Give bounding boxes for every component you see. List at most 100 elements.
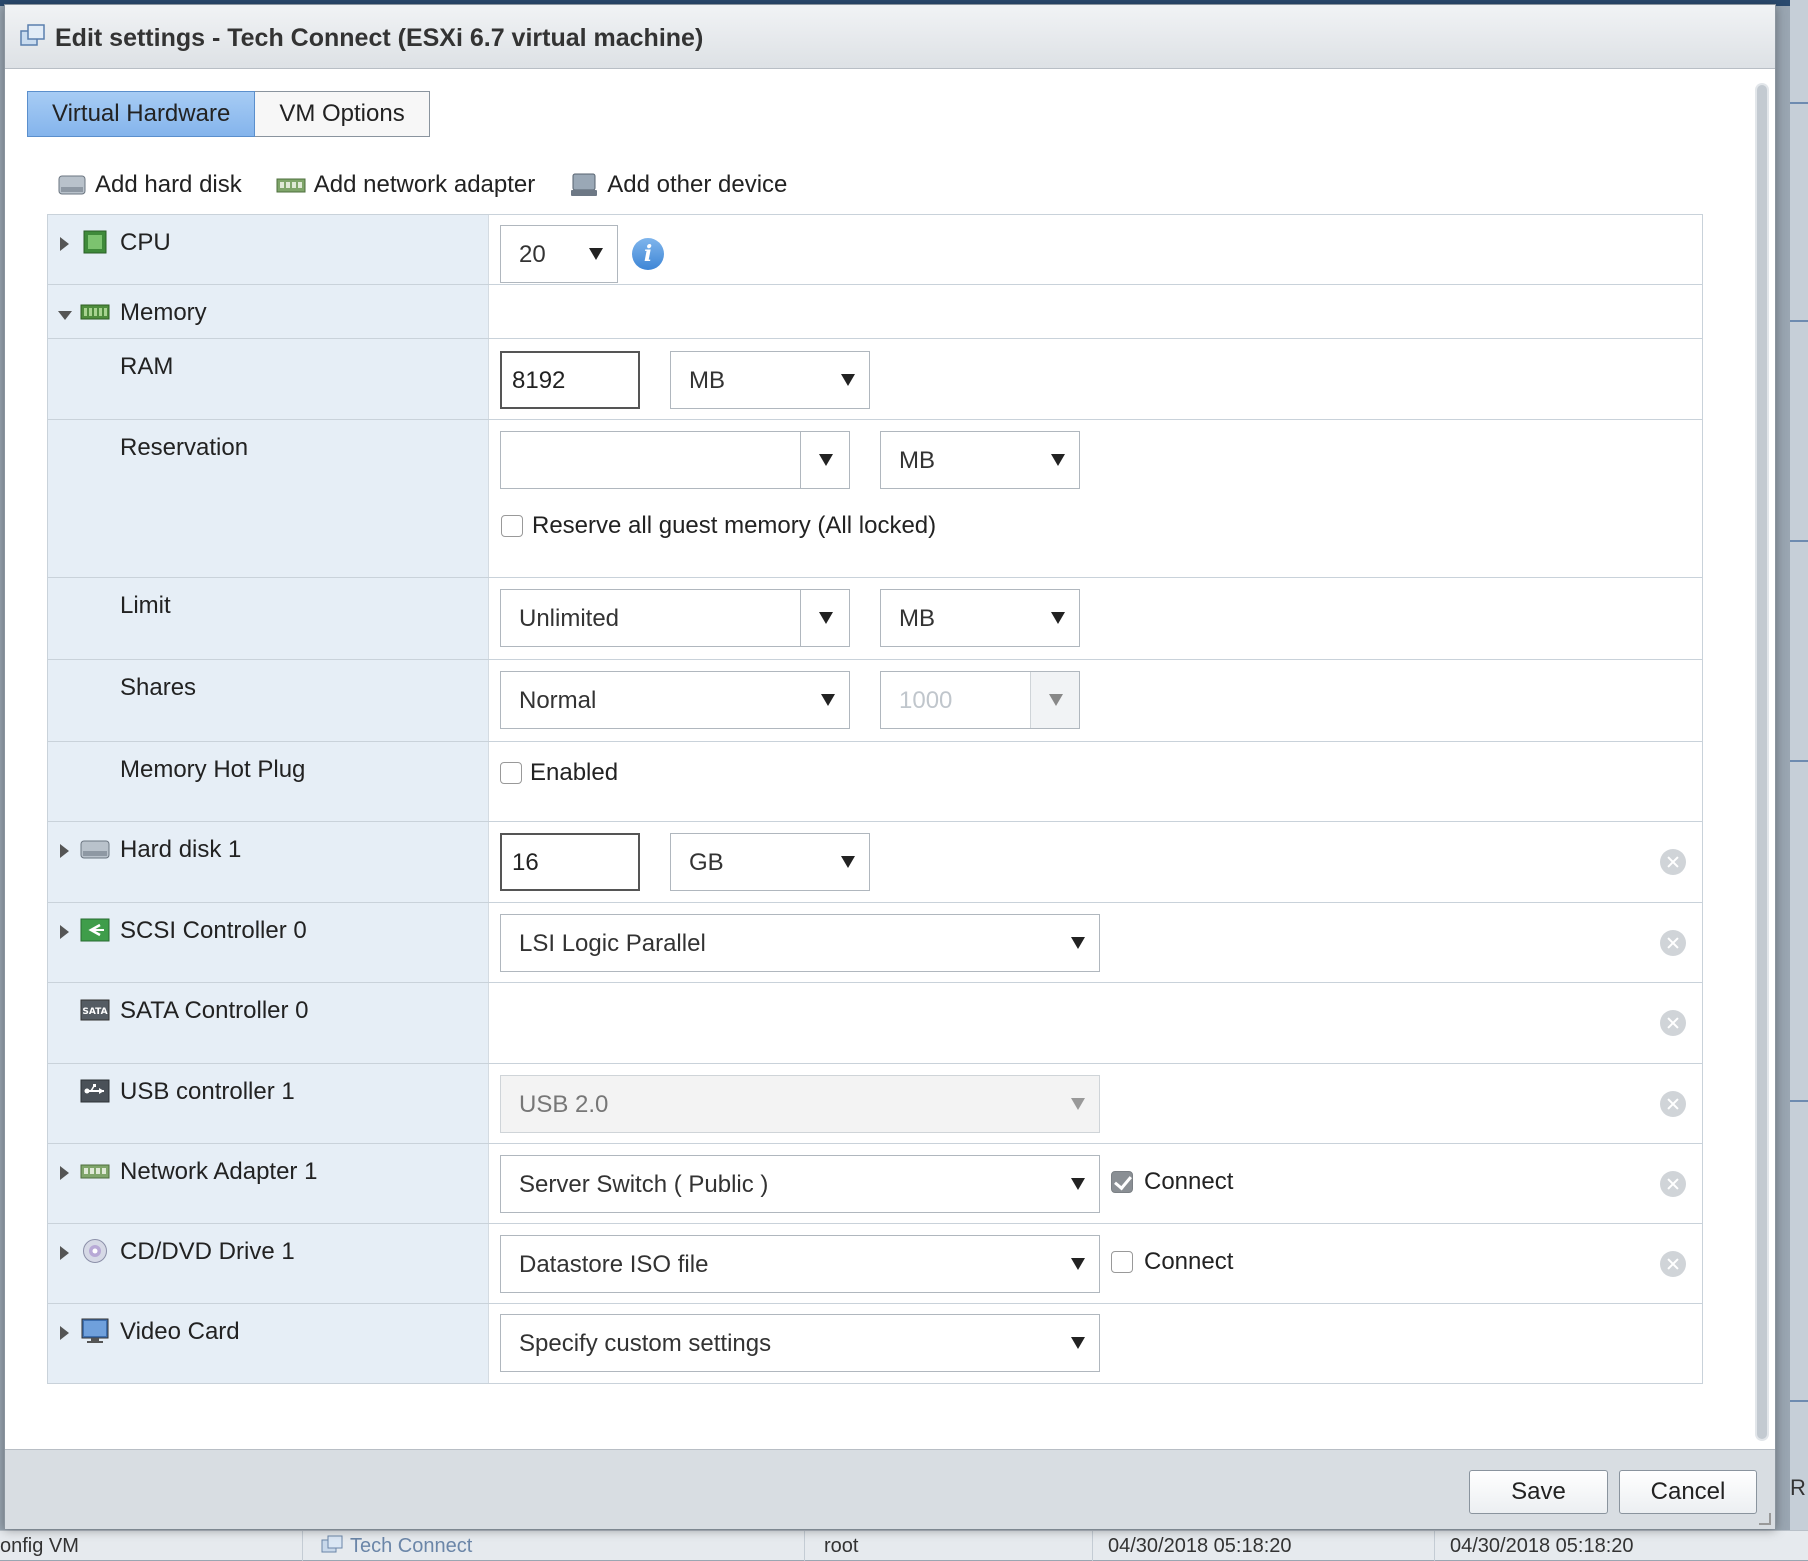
cpu-label: CPU [120,229,171,256]
edit-settings-dialog: Edit settings - Tech Connect (ESXi 6.7 v… [4,4,1776,1529]
chevron-down-icon [1049,694,1063,706]
usb-controller-icon [80,1079,110,1103]
shares-amount-combobox: 1000 [880,671,1080,729]
network-connect-label: Connect [1144,1168,1234,1195]
app-background-right [1790,0,1808,1560]
dialog-footer: Save Cancel [5,1449,1775,1529]
memory-label: Memory [120,299,207,326]
limit-unit-select[interactable]: MB [880,589,1080,647]
expand-cd-dvd-toggle[interactable] [60,1246,69,1260]
remove-sata-controller-icon[interactable] [1660,1010,1686,1036]
dialog-title: Edit settings - Tech Connect (ESXi 6.7 v… [55,24,704,52]
video-card-settings-select[interactable]: Specify custom settings [500,1314,1100,1372]
task-target-link[interactable]: Tech Connect [320,1535,472,1558]
chevron-down-icon [1071,1337,1085,1349]
reserve-all-checkbox[interactable] [501,515,523,537]
expand-cpu-toggle[interactable] [60,237,69,251]
network-connect-checkbox[interactable] [1111,1171,1133,1193]
cd-dvd-icon [83,1239,107,1263]
sata-controller-label: SATA Controller 0 [120,997,309,1024]
shares-label: Shares [120,674,197,701]
row-cd-dvd-drive: CD/DVD Drive 1 Datastore ISO file Connec… [48,1224,1702,1304]
chevron-down-icon [1071,937,1085,949]
chevron-down-icon [1051,612,1065,624]
app-edge-letter: R [1790,1475,1806,1500]
scrollbar-thumb[interactable] [1757,85,1767,1439]
hard-disk-size-input[interactable]: 16 [500,833,640,891]
scsi-type-select[interactable]: LSI Logic Parallel [500,914,1100,972]
limit-combobox[interactable]: Unlimited [500,589,850,647]
scsi-controller-icon [80,918,110,942]
ram-label: RAM [120,353,174,380]
usb-controller-label: USB controller 1 [120,1078,295,1105]
network-adapter-icon [276,178,306,193]
row-cpu: CPU 20 i [48,215,1702,285]
chevron-down-icon [819,612,833,624]
network-adapter-label: Network Adapter 1 [120,1158,318,1185]
chevron-down-icon [1051,454,1065,466]
remove-cd-dvd-icon[interactable] [1660,1251,1686,1277]
tab-vm-options[interactable]: VM Options [255,91,430,137]
add-hard-disk-button[interactable]: Add hard disk [57,171,242,199]
ram-input[interactable]: 8192 [500,351,640,409]
cpu-count-select[interactable]: 20 [500,225,618,283]
ram-unit-select[interactable]: MB [670,351,870,409]
resize-handle[interactable] [1759,1513,1771,1525]
hardware-grid: CPU 20 i Memory RAM 8192 MB Reservation … [47,214,1703,1384]
other-device-icon [571,173,598,196]
row-limit: Limit Unlimited MB [48,578,1702,660]
remove-scsi-controller-icon[interactable] [1660,930,1686,956]
tab-bar: Virtual Hardware VM Options [27,91,430,141]
row-network-adapter: Network Adapter 1 Server Switch ( Public… [48,1144,1702,1224]
expand-network-adapter-toggle[interactable] [60,1166,69,1180]
hot-plug-enabled-checkbox[interactable] [500,762,522,784]
vertical-scrollbar[interactable] [1755,83,1769,1441]
row-video-card: Video Card Specify custom settings [48,1304,1702,1383]
scsi-controller-label: SCSI Controller 0 [120,917,307,944]
add-network-adapter-label: Add network adapter [313,171,536,198]
hard-disk-unit-select[interactable]: GB [670,833,870,891]
hard-disk-icon [58,175,86,195]
reservation-unit-select[interactable]: MB [880,431,1080,489]
cd-dvd-label: CD/DVD Drive 1 [120,1238,295,1265]
row-usb-controller: USB controller 1 USB 2.0 [48,1064,1702,1144]
vm-settings-icon [20,24,45,46]
row-reservation: Reservation MB Reserve all guest memory … [48,420,1702,578]
expand-video-card-toggle[interactable] [60,1326,69,1340]
cd-dvd-media-select[interactable]: Datastore ISO file [500,1235,1100,1293]
task-name: onfig VM [0,1535,79,1557]
cpu-icon [83,230,107,254]
collapse-memory-toggle[interactable] [58,311,72,320]
network-select[interactable]: Server Switch ( Public ) [500,1155,1100,1213]
shares-level-select[interactable]: Normal [500,671,850,729]
task-queued-time: 04/30/2018 05:18:20 [1108,1535,1292,1557]
device-toolbar: Add hard disk Add network adapter Add ot… [57,171,821,199]
row-ram: RAM 8192 MB [48,339,1702,420]
info-icon[interactable]: i [632,238,664,270]
memory-icon [80,304,110,320]
dialog-titlebar[interactable]: Edit settings - Tech Connect (ESXi 6.7 v… [5,5,1775,69]
remove-usb-controller-icon[interactable] [1660,1091,1686,1117]
reserve-all-label: Reserve all guest memory (All locked) [532,512,937,539]
add-network-adapter-button[interactable]: Add network adapter [276,171,535,199]
chevron-down-icon [841,374,855,386]
row-shares: Shares Normal 1000 [48,660,1702,742]
tab-virtual-hardware[interactable]: Virtual Hardware [27,91,256,137]
chevron-down-icon [1071,1178,1085,1190]
add-other-device-label: Add other device [607,171,788,198]
expand-scsi-toggle[interactable] [60,925,69,939]
vm-icon [321,1535,343,1553]
svg-text:SATA: SATA [82,1007,107,1017]
expand-hard-disk-toggle[interactable] [60,844,69,858]
memory-hot-plug-label: Memory Hot Plug [120,756,306,783]
row-memory-hot-plug: Memory Hot Plug Enabled [48,742,1702,822]
cancel-button[interactable]: Cancel [1619,1470,1757,1514]
remove-network-adapter-icon[interactable] [1660,1171,1686,1197]
recent-tasks-row[interactable]: onfig VM Tech Connect root 04/30/2018 05… [0,1530,1808,1561]
save-button[interactable]: Save [1469,1470,1608,1514]
remove-hard-disk-icon[interactable] [1660,849,1686,875]
row-hard-disk-1: Hard disk 1 16 GB [48,822,1702,903]
reservation-combobox[interactable] [500,431,850,489]
cd-dvd-connect-checkbox[interactable] [1111,1251,1133,1273]
add-other-device-button[interactable]: Add other device [569,171,787,199]
